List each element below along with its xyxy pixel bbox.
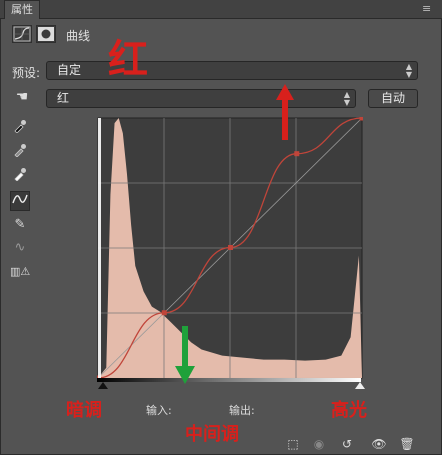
- chevron-updown-icon: ▲ ▼: [343, 90, 350, 107]
- curve-point: [359, 117, 363, 121]
- black-point-slider[interactable]: [98, 382, 108, 389]
- channel-dropdown[interactable]: 红 ▲ ▼: [46, 89, 356, 108]
- on-image-adjust-icon[interactable]: ☚: [10, 88, 34, 106]
- white-point-slider[interactable]: [355, 382, 365, 389]
- smooth-icon[interactable]: ∿: [10, 238, 30, 258]
- curves-graph[interactable]: [97, 117, 363, 379]
- preset-label: 预设:: [12, 66, 41, 80]
- mask-icon[interactable]: [36, 25, 56, 43]
- channel-value: 红: [57, 91, 70, 105]
- input-label: 输入:: [146, 404, 172, 417]
- curve-point: [294, 151, 300, 157]
- chevron-updown-icon: ▲ ▼: [405, 62, 412, 79]
- white-point-eyedropper-icon[interactable]: [10, 167, 30, 187]
- curve-point: [228, 244, 234, 250]
- tab-properties[interactable]: 属性: [4, 0, 40, 19]
- preset-value: 自定: [57, 63, 82, 77]
- gray-point-eyedropper-icon[interactable]: [10, 143, 30, 163]
- reset-icon[interactable]: ↺: [338, 436, 356, 452]
- annotation-channel-red: 红: [108, 36, 148, 83]
- output-label: 输出:: [229, 404, 255, 417]
- curve-point: [161, 310, 167, 316]
- panel-title: 曲线: [66, 29, 91, 43]
- input-gradient-bar: [97, 378, 361, 382]
- black-point-eyedropper-icon[interactable]: [10, 119, 30, 139]
- annotation-shadows: 暗调: [66, 400, 102, 421]
- preset-dropdown[interactable]: 自定 ▲ ▼: [46, 61, 418, 80]
- previous-state-icon[interactable]: ◉: [310, 436, 328, 452]
- delete-icon[interactable]: 🗑: [398, 436, 416, 452]
- panel-menu-icon[interactable]: ≡: [422, 3, 436, 15]
- annotation-arrow-up: [276, 84, 294, 140]
- curves-adjustment-icon[interactable]: [12, 25, 32, 43]
- left-edge-highlight: [98, 118, 101, 378]
- visibility-icon[interactable]: 👁: [370, 436, 388, 452]
- clipping-warning-icon[interactable]: ▥⚠: [10, 262, 30, 282]
- annotation-highlights: 高光: [331, 400, 367, 421]
- panel-tab-bar: [0, 0, 442, 19]
- annotation-arrow-down: [175, 326, 195, 384]
- clip-to-layer-icon[interactable]: ⬚: [284, 436, 302, 452]
- auto-button[interactable]: 自动: [368, 89, 418, 108]
- pencil-icon[interactable]: ✎: [10, 215, 30, 235]
- curve-points-icon[interactable]: [10, 191, 30, 211]
